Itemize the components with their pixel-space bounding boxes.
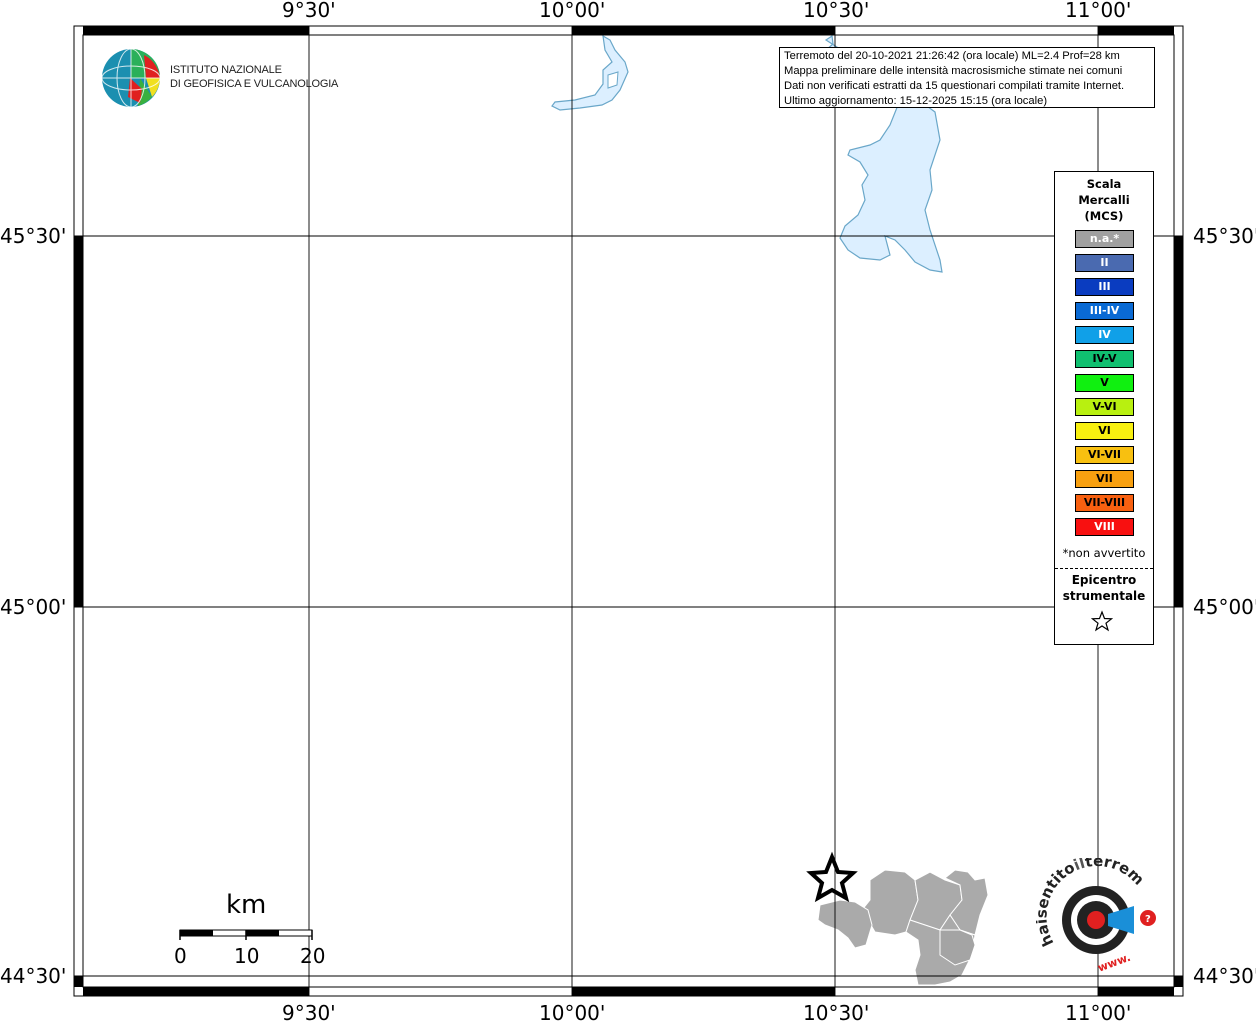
ingv-logo-text: ISTITUTO NAZIONALE DI GEOFISICA E VULCAN… [170, 63, 338, 91]
legend-epicenter-label: Epicentro strumentale [1055, 572, 1153, 604]
top-lon-label-4: 11°00' [1065, 0, 1132, 22]
top-lon-label-3: 10°30' [803, 0, 870, 22]
legend-item-vi: VI [1075, 422, 1134, 440]
scale-tick-0: 0 [174, 944, 187, 968]
top-lon-label-2: 10°00' [539, 0, 606, 22]
legend-item-vivii: VI-VII [1075, 446, 1134, 464]
right-lat-label-3: 44°30' [1193, 964, 1256, 988]
info-line-4: Ultimo aggiornamento: 15-12-2025 15:15 (… [784, 95, 1048, 107]
right-lat-label-1: 45°30' [1193, 224, 1256, 248]
legend-title-line-1: Scala [1086, 177, 1122, 191]
legend-item-v: V [1075, 374, 1134, 392]
legend-item-ivv: IV-V [1075, 350, 1134, 368]
bottom-lon-label-2: 10°00' [539, 1001, 606, 1025]
legend-star-icon [1091, 610, 1113, 632]
legend-title-line-3: (MCS) [1084, 209, 1124, 223]
legend-item-vvi: V-VI [1075, 398, 1134, 416]
legend-divider [1055, 568, 1153, 569]
bottom-lon-label-3: 10°30' [803, 1001, 870, 1025]
legend-item-viiviii: VII-VIII [1075, 494, 1134, 512]
legend-items: n.a.* II III III-IV IV IV-V V V-VI VI VI-VII VII VI… [1075, 230, 1134, 542]
info-line-2: Mappa preliminare delle intensità macros… [784, 65, 1123, 77]
svg-text:?: ? [1145, 914, 1151, 925]
left-lat-label-1: 45°30' [0, 224, 67, 248]
top-lon-label-1: 9°30' [282, 0, 336, 22]
info-line-3: Dati non verificati estratti da 15 quest… [784, 80, 1125, 92]
info-line-1: Terremoto del 20-10-2021 21:26:42 (ora l… [784, 50, 1120, 62]
legend-item-iii: III [1075, 278, 1134, 296]
legend-item-ii: II [1075, 254, 1134, 272]
legend-item-na: n.a.* [1075, 230, 1134, 248]
scale-tick-20: 20 [300, 944, 326, 968]
legend-item-iiiiv: III-IV [1075, 302, 1134, 320]
legend-na-note: *non avvertito [1062, 546, 1146, 560]
scale-bar: km 0 10 20 [170, 888, 330, 978]
svg-text:www.: www. [1096, 951, 1132, 975]
legend-epicenter-line-2: strumentale [1062, 589, 1146, 603]
mcs-legend: Scala Mercalli (MCS) n.a.* II III III-IV IV I… [1054, 171, 1154, 645]
haisentito-logo-icon: ? haisentitoilterremoto.it www. [1036, 858, 1156, 975]
lake-island [607, 71, 619, 89]
legend-item-viii: VIII [1075, 518, 1134, 536]
bottom-lon-label-4: 11°00' [1065, 1001, 1132, 1025]
left-lat-label-2: 45°00' [0, 595, 67, 619]
ingv-text-line-2: DI GEOFISICA E VULCANOLOGIA [170, 78, 339, 90]
legend-epicenter-line-1: Epicentro [1071, 573, 1137, 587]
right-lat-label-2: 45°00' [1193, 595, 1256, 619]
scale-title: km [226, 890, 267, 920]
bottom-lon-label-1: 9°30' [282, 1001, 336, 1025]
scale-tick-10: 10 [234, 944, 260, 968]
legend-title-line-2: Mercalli [1078, 193, 1130, 207]
legend-title: Scala Mercalli (MCS) [1055, 176, 1153, 224]
ingv-globe-logo-icon [101, 48, 161, 108]
event-info-box: Terremoto del 20-10-2021 21:26:42 (ora l… [779, 47, 1155, 108]
legend-item-iv: IV [1075, 326, 1134, 344]
legend-item-vii: VII [1075, 470, 1134, 488]
map-outer-frame [73, 25, 1184, 997]
left-lat-label-3: 44°30' [0, 964, 67, 988]
ingv-text-line-1: ISTITUTO NAZIONALE [170, 64, 282, 76]
